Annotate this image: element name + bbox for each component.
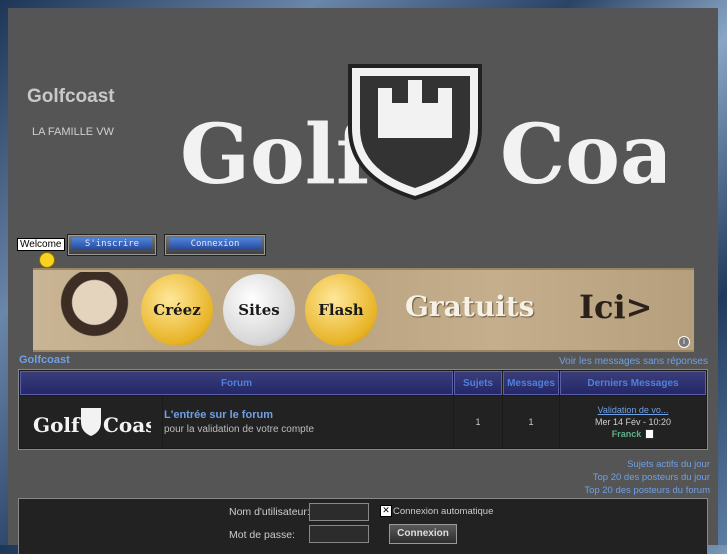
smiley-icon <box>39 252 55 268</box>
username-label: Nom d'utilisateur: <box>229 506 310 518</box>
stats-links: Sujets actifs du jour Top 20 des posteur… <box>584 458 710 497</box>
table-row: Golf Coast L'entrée sur le forum pour la… <box>20 396 706 448</box>
logo-text-left: Golf <box>180 107 376 200</box>
ad-word-sites: Sites <box>223 274 295 346</box>
active-topics-link[interactable]: Sujets actifs du jour <box>584 458 710 471</box>
forum-icon-cell: Golf Coast <box>20 396 166 448</box>
golfcoast-logo[interactable]: Golf Coast <box>180 48 665 200</box>
welcome-sign: Welcome <box>17 238 65 251</box>
header-forum: Forum <box>20 371 453 395</box>
login-button[interactable]: Connexion <box>164 234 266 256</box>
view-post-icon[interactable] <box>645 429 655 440</box>
forum-page: Golfcoast LA FAMILLE VW Golf Coast Welco… <box>8 8 718 554</box>
posts-count: 1 <box>503 396 559 448</box>
svg-text:Golf: Golf <box>33 413 81 437</box>
password-input[interactable] <box>309 525 369 543</box>
logo-text-right: Coast <box>500 107 665 200</box>
register-button[interactable]: S'inscrire <box>67 234 157 256</box>
table-header-row: Forum Sujets Messages Derniers Messages <box>20 371 706 395</box>
login-submit-button[interactable]: Connexion <box>389 524 457 544</box>
nav-bar: S'inscrire Connexion <box>67 230 270 266</box>
unanswered-messages-link[interactable]: Voir les messages sans réponses <box>559 356 708 367</box>
ad-word-ici: Ici> <box>579 288 653 326</box>
site-subtitle: LA FAMILLE VW <box>32 126 114 138</box>
header-posts: Messages <box>503 371 559 395</box>
last-post-cell: Validation de vo... Mer 14 Fév - 10:20 F… <box>560 396 706 448</box>
svg-text:Coast: Coast <box>103 413 151 437</box>
vintage-woman-image <box>45 272 135 348</box>
auto-login-label: Connexion automatique <box>393 506 494 517</box>
last-post-date: Mer 14 Fév - 10:20 <box>594 416 672 427</box>
site-title[interactable]: Golfcoast <box>27 86 115 108</box>
top20-today-link[interactable]: Top 20 des posteurs du jour <box>584 471 710 484</box>
header-last-posts: Derniers Messages <box>560 371 706 395</box>
header-topics: Sujets <box>454 371 502 395</box>
auto-login-checkbox[interactable]: ✕ <box>380 505 392 517</box>
forum-description: pour la validation de votre compte <box>164 424 315 435</box>
info-icon[interactable]: i <box>678 336 690 348</box>
last-post-user[interactable]: Franck <box>612 429 642 439</box>
username-input[interactable] <box>309 503 369 521</box>
breadcrumb[interactable]: Golfcoast <box>19 354 70 366</box>
topics-count: 1 <box>454 396 502 448</box>
ad-word-flash: Flash <box>305 274 377 346</box>
forum-logo-icon: Golf Coast <box>33 407 166 437</box>
advertisement-banner[interactable]: Créez Sites Flash Gratuits Ici> i <box>33 268 694 352</box>
login-panel: Nom d'utilisateur: ✕ Connexion automatiq… <box>18 498 708 554</box>
top20-forum-link[interactable]: Top 20 des posteurs du forum <box>584 484 710 497</box>
password-label: Mot de passe: <box>229 529 295 541</box>
ad-word-gratuits: Gratuits <box>405 290 535 323</box>
forum-title-link[interactable]: L'entrée sur le forum <box>164 409 452 421</box>
forum-info-cell: L'entrée sur le forum pour la validation… <box>163 396 453 448</box>
forum-table: Forum Sujets Messages Derniers Messages … <box>18 369 708 450</box>
last-post-link[interactable]: Validation de vo... <box>561 405 705 415</box>
ad-word-creez: Créez <box>141 274 213 346</box>
